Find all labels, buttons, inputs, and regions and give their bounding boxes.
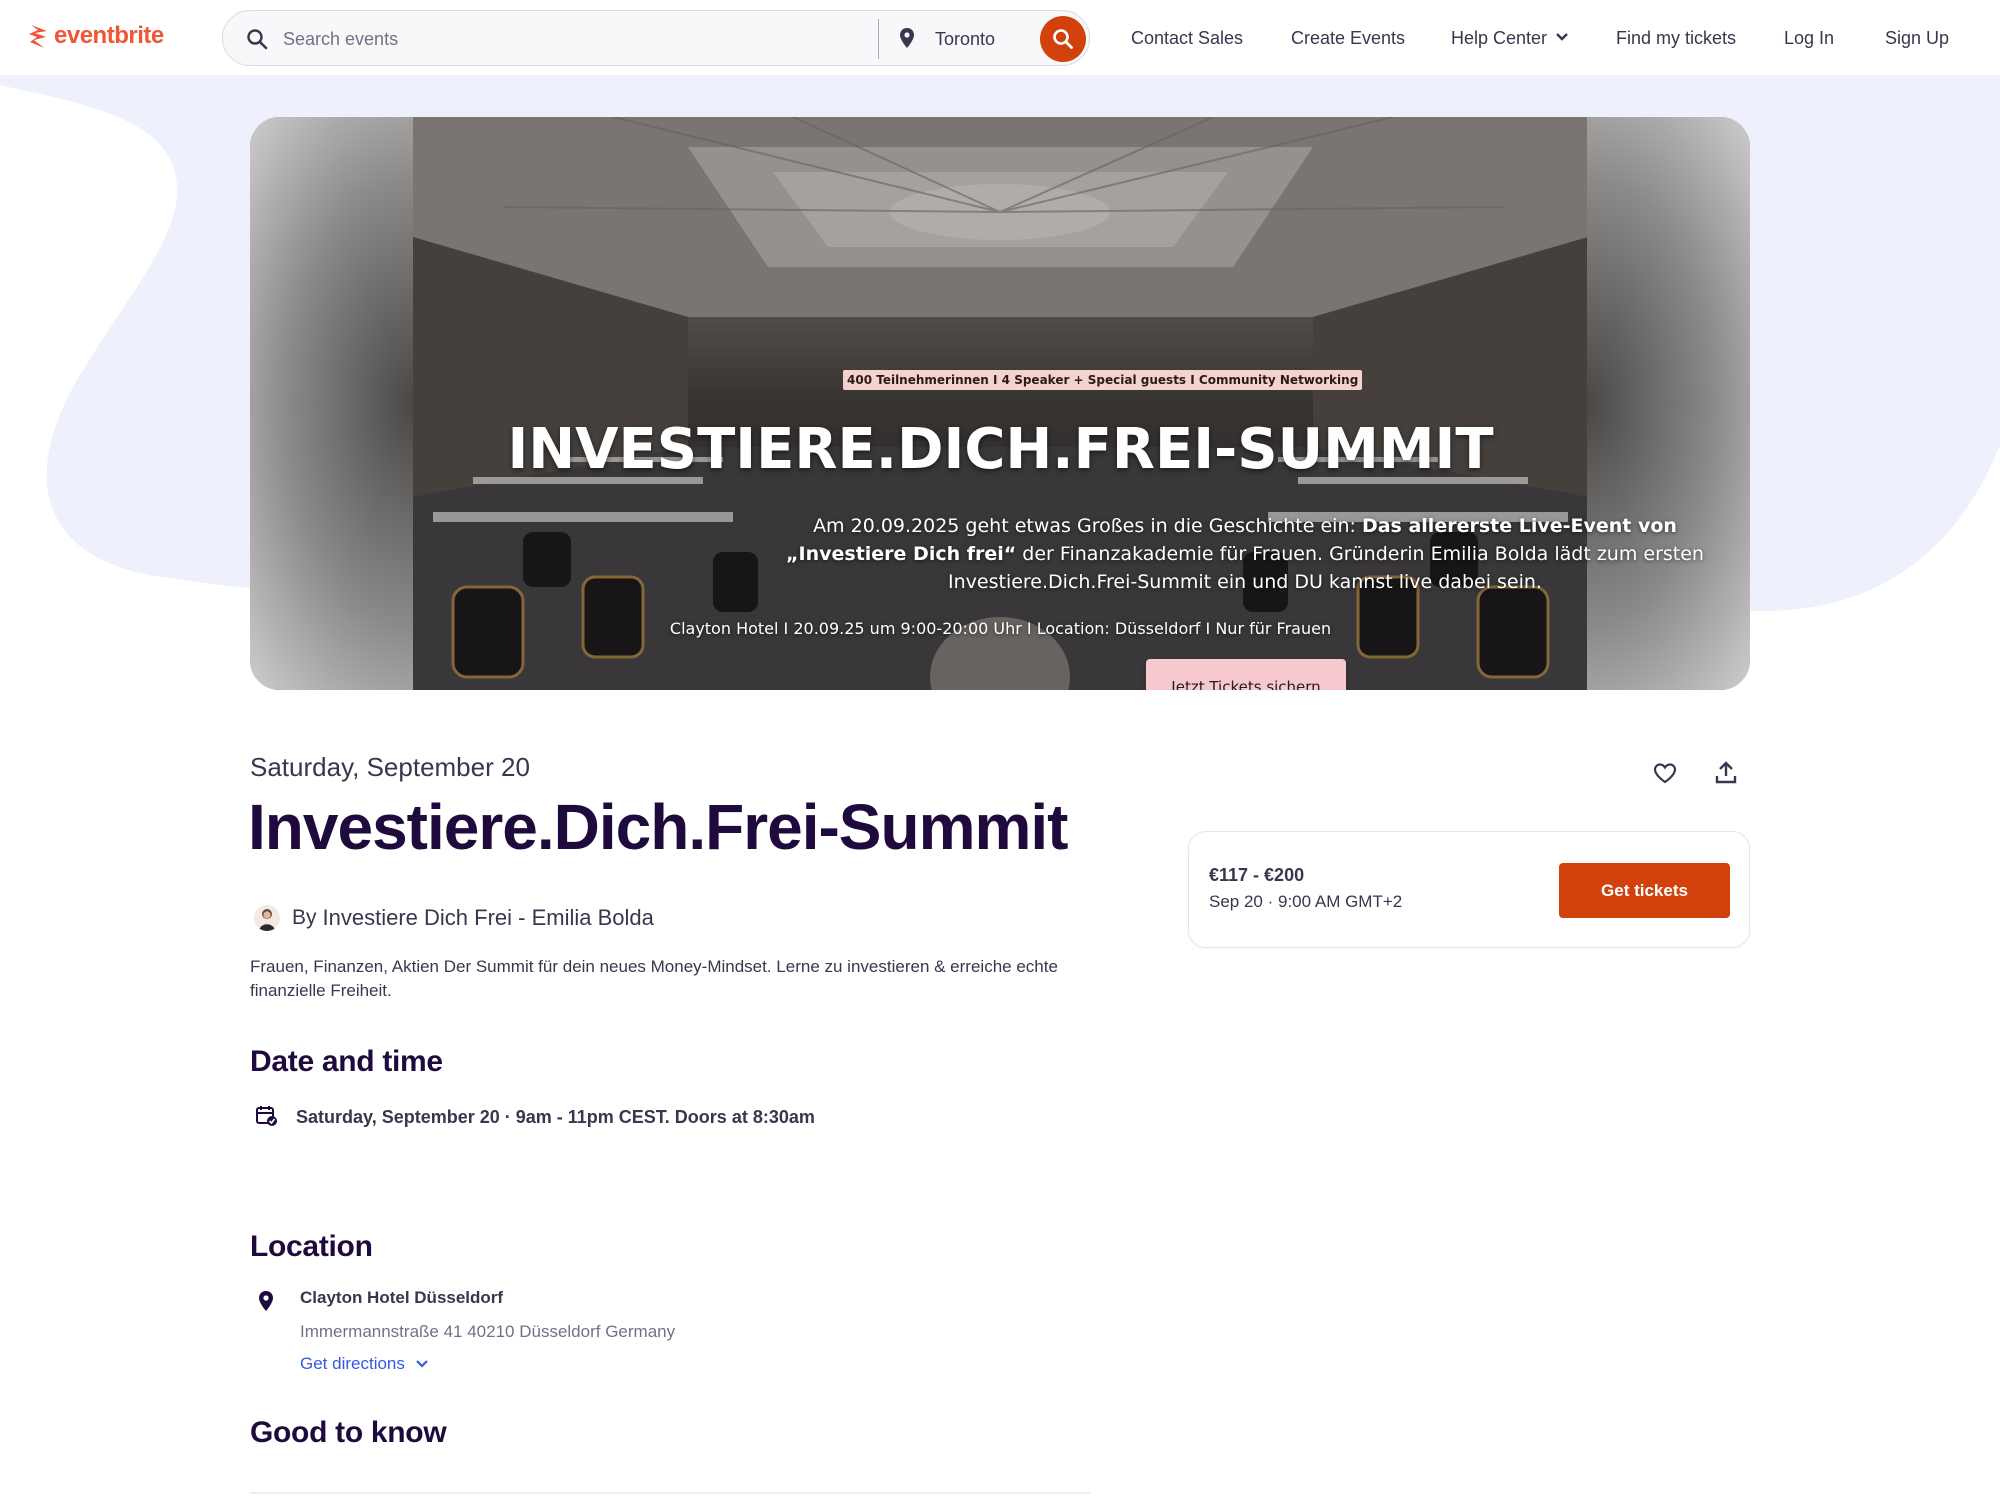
top-header: eventbrite Contact Sales Create Events H… (0, 0, 2000, 75)
calendar-check-icon (254, 1103, 278, 1132)
get-directions-label: Get directions (300, 1354, 405, 1373)
heart-icon[interactable] (1652, 760, 1678, 786)
ticket-price: €117 - €200 (1209, 865, 1305, 885)
section-divider (250, 1492, 1090, 1494)
hero-blur-right (1587, 117, 1750, 690)
share-icon[interactable] (1713, 760, 1739, 786)
search-bar (222, 10, 1235, 66)
avatar[interactable] (254, 905, 280, 931)
map-pin-icon (255, 1290, 277, 1319)
good-to-know-heading: Good to know (250, 1416, 447, 1449)
ticket-card: €117 - €200 Sep 20 · 9:00 AM GMT+2 Get t… (1188, 831, 1750, 948)
nav-create-events[interactable]: Create Events (1291, 28, 1405, 49)
date-time-heading: Date and time (250, 1045, 443, 1078)
eventbrite-logo[interactable]: eventbrite (28, 20, 164, 52)
organizer-by-label: By (292, 906, 317, 929)
nav-log-in[interactable]: Log In (1784, 28, 1834, 49)
search-divider (878, 19, 879, 59)
get-directions-link[interactable]: Get directions (300, 1354, 429, 1374)
hero-ticket-button[interactable]: Jetzt Tickets sichern (1146, 659, 1346, 690)
nav-sign-up[interactable]: Sign Up (1885, 28, 1949, 49)
hero-banner: 400 Teilnehmerinnen I 4 Speaker + Specia… (250, 117, 1750, 690)
chevron-down-icon (1555, 29, 1569, 47)
eventbrite-logo-icon (28, 22, 50, 50)
hero-title: INVESTIERE.DICH.FREI-SUMMIT (507, 417, 1494, 482)
search-icon (1053, 29, 1073, 49)
hero-blur-left (250, 117, 413, 690)
event-date: Saturday, September 20 (250, 752, 530, 782)
event-summary: Frauen, Finanzen, Aktien Der Summit für … (250, 957, 1058, 1000)
logo-wordmark: eventbrite (54, 22, 164, 49)
date-time-row: Saturday, September 20 · 9am - 11pm CEST… (254, 1103, 815, 1132)
venue-address: Immermannstraße 41 40210 Düsseldorf Germ… (300, 1322, 676, 1341)
search-button[interactable] (1040, 16, 1086, 62)
hero-description: Am 20.09.2025 geht etwas Großes in die G… (780, 512, 1710, 596)
hero-desc-text-1: Am 20.09.2025 geht etwas Großes in die G… (813, 515, 1362, 537)
search-icon (245, 27, 269, 51)
hero-image (413, 117, 1588, 690)
event-title: Investiere.Dich.Frei-Summit (248, 791, 1068, 863)
nav-help-center[interactable]: Help Center (1451, 24, 1569, 52)
hero-desc-text-2: der Finanzakademie für Frauen. Gründerin… (948, 543, 1704, 593)
venue-name: Clayton Hotel Düsseldorf (300, 1288, 504, 1307)
date-time-value: Saturday, September 20 · 9am - 11pm CEST… (296, 1107, 815, 1127)
nav-contact-sales[interactable]: Contact Sales (1131, 28, 1243, 49)
hero-tagline: 400 Teilnehmerinnen I 4 Speaker + Specia… (843, 370, 1363, 390)
chevron-down-icon (416, 1360, 428, 1368)
hero-meta: Clayton Hotel I 20.09.25 um 9:00-20:00 U… (669, 619, 1332, 638)
organizer-name[interactable]: Investiere Dich Frei - Emilia Bolda (323, 905, 654, 931)
ticket-datetime: Sep 20 · 9:00 AM GMT+2 (1209, 892, 1403, 911)
nav-help-center-label: Help Center (1451, 27, 1548, 48)
nav-find-my-tickets[interactable]: Find my tickets (1616, 28, 1736, 49)
map-pin-icon (895, 26, 919, 50)
location-heading: Location (250, 1230, 373, 1263)
search-input[interactable] (283, 25, 863, 53)
get-tickets-button[interactable]: Get tickets (1559, 863, 1730, 918)
organizer: By Investiere Dich Frei - Emilia Bolda (254, 905, 654, 931)
